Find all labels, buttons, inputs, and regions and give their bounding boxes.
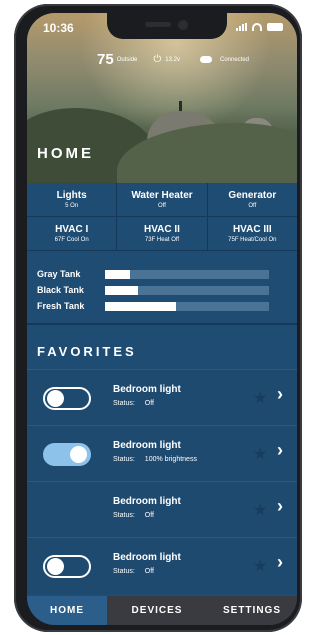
tank-fill	[105, 301, 176, 311]
favorites-heading: FAVORITES	[37, 344, 137, 359]
system-hvac-3[interactable]: HVAC III 75F Heat/Cool On	[207, 217, 297, 250]
status-bar: 10:36	[27, 13, 297, 39]
light-toggle[interactable]	[43, 443, 91, 466]
status-time: 10:36	[43, 21, 74, 35]
voltage: 13.2v	[165, 56, 180, 63]
toggle-knob	[70, 446, 87, 463]
favorite-item[interactable]: Bedroom light Status: 100% brightness ★ ›	[27, 425, 297, 482]
favorite-item[interactable]: Bedroom light Status: Off ★ ›	[27, 481, 297, 538]
light-toggle[interactable]	[43, 555, 91, 578]
battery-icon	[267, 23, 283, 31]
cloud-icon	[199, 56, 212, 63]
chevron-right-icon[interactable]: ›	[277, 384, 283, 405]
favorite-name: Bedroom light	[113, 384, 181, 395]
tank-bar	[105, 301, 269, 311]
page-title: HOME	[37, 145, 94, 162]
favorite-name: Bedroom light	[113, 496, 181, 507]
favorite-name: Bedroom light	[113, 440, 181, 451]
nav-settings[interactable]: SETTINGS	[207, 596, 297, 625]
tank-fill	[105, 285, 138, 295]
favorite-status: Status: Off	[113, 400, 155, 407]
tank-black: Black Tank	[37, 285, 287, 295]
tank-fill	[105, 269, 130, 279]
chevron-right-icon[interactable]: ›	[277, 496, 283, 517]
tank-label: Fresh Tank	[37, 301, 85, 311]
wifi-icon	[252, 23, 262, 31]
system-hvac-1[interactable]: HVAC I 67F Cool On	[27, 217, 118, 250]
favorite-status: Status: 100% brightness	[113, 456, 197, 463]
app-screen: 10:36 75 Outside ⏻ 13.2v Connected HOME …	[27, 13, 297, 625]
system-hvac-2[interactable]: HVAC II 73F Heat Off	[117, 217, 208, 250]
favorite-name: Bedroom light	[113, 552, 181, 563]
outside-temp: 75	[97, 51, 114, 68]
favorite-item[interactable]: Bedroom light Status: Off ★ ›	[27, 369, 297, 426]
star-icon[interactable]: ★	[253, 556, 267, 576]
tank-gray: Gray Tank	[37, 269, 287, 279]
star-icon[interactable]: ★	[253, 444, 267, 464]
favorite-item[interactable]: Bedroom light Status: Off ★ ›	[27, 537, 297, 594]
toggle-knob	[47, 390, 64, 407]
light-toggle[interactable]	[43, 387, 91, 410]
nav-devices[interactable]: DEVICES	[107, 596, 207, 625]
nav-home[interactable]: HOME	[27, 596, 107, 625]
connection-status: Connected	[219, 56, 250, 63]
tank-bar	[105, 269, 269, 279]
bottom-nav: HOME DEVICES SETTINGS	[27, 596, 297, 625]
systems-grid: Lights 5 On Water Heater Off Generator Off …	[27, 183, 297, 251]
chevron-right-icon[interactable]: ›	[277, 440, 283, 461]
hero-info-row: 75 Outside ⏻ 13.2v Connected	[97, 51, 287, 68]
toggle-knob	[47, 558, 64, 575]
signal-icon	[236, 23, 247, 31]
system-lights[interactable]: Lights 5 On	[27, 183, 118, 216]
plug-icon: ⏻	[153, 54, 162, 65]
tank-label: Gray Tank	[37, 269, 81, 279]
favorite-status: Status: Off	[113, 512, 155, 519]
star-icon[interactable]: ★	[253, 388, 267, 408]
hero-person	[179, 101, 182, 111]
tank-bar	[105, 285, 269, 295]
tank-fresh: Fresh Tank	[37, 301, 287, 311]
chevron-right-icon[interactable]: ›	[277, 552, 283, 573]
tank-label: Black Tank	[37, 285, 84, 295]
outside-label: Outside	[116, 56, 138, 63]
tank-levels: Gray Tank Black Tank Fresh Tank	[27, 253, 297, 325]
favorite-status: Status: Off	[113, 568, 155, 575]
system-water-heater[interactable]: Water Heater Off	[117, 183, 208, 216]
system-generator[interactable]: Generator Off	[207, 183, 297, 216]
star-icon[interactable]: ★	[253, 500, 267, 520]
